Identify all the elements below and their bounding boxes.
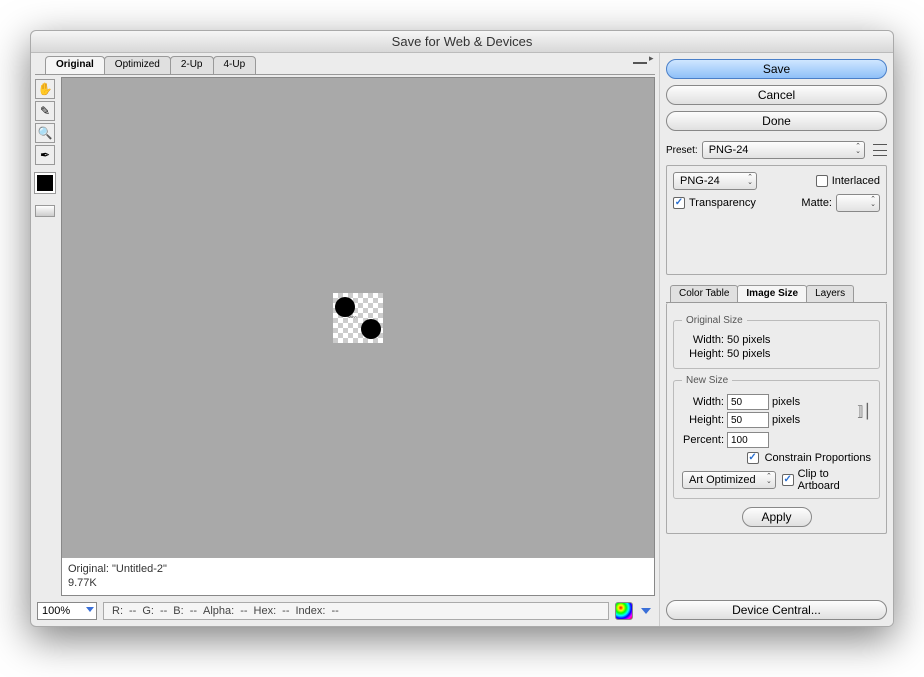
orig-width-value: 50 pixels: [727, 334, 770, 346]
file-size-label: 9.77K: [68, 576, 648, 590]
orig-height-label: Height:: [682, 348, 724, 360]
canvas-wrap: ~~~~ Original: "Untitled-2" 9.77K: [61, 77, 655, 596]
dialog: Save for Web & Devices Original Optimize…: [30, 30, 894, 627]
original-size-legend: Original Size: [682, 315, 747, 326]
foreground-swatch[interactable]: [35, 173, 55, 193]
browser-menu-icon[interactable]: [639, 604, 653, 618]
cancel-button[interactable]: Cancel: [666, 85, 887, 105]
percent-input[interactable]: [727, 432, 769, 448]
new-size-group: New Size Width:pixels Height:pixels ⟧⁠⎮ …: [673, 375, 880, 499]
tab-4up[interactable]: 4-Up: [213, 56, 257, 74]
file-name-label: Original: "Untitled-2": [68, 562, 648, 576]
width-input[interactable]: [727, 394, 769, 410]
percent-label: Percent:: [682, 434, 724, 446]
orig-height-value: 50 pixels: [727, 348, 770, 360]
settings-pane: Save Cancel Done Preset: PNG-24 PNG-24 I…: [659, 53, 893, 626]
preview-row: ✋ ✎ 🔍 ✒ ~~~~: [35, 77, 655, 596]
tab-image-size[interactable]: Image Size: [737, 285, 807, 302]
new-size-legend: New Size: [682, 375, 732, 386]
link-icon[interactable]: ⟧⁠⎮: [857, 403, 871, 420]
toggle-slice-visibility-icon[interactable]: [35, 205, 55, 217]
original-size-group: Original Size Width:50 pixels Height:50 …: [673, 315, 880, 369]
save-button[interactable]: Save: [666, 59, 887, 79]
tab-flyout-icon[interactable]: [633, 62, 647, 74]
statusbar: 100% R:-- G:-- B:-- Alpha:-- Hex:-- Inde…: [35, 600, 655, 622]
zoom-tool-icon[interactable]: 🔍: [35, 123, 55, 143]
titlebar: Save for Web & Devices: [31, 31, 893, 53]
constrain-label: Constrain Proportions: [765, 452, 871, 464]
size-tabs: Color Table Image Size Layers: [666, 285, 887, 303]
tab-original[interactable]: Original: [45, 56, 105, 74]
artboard: ~~~~: [333, 293, 383, 343]
squiggle: ~~~~: [347, 315, 357, 321]
transparency-label: Transparency: [689, 197, 756, 209]
preview-pane: Original Optimized 2-Up 4-Up ✋ ✎ 🔍 ✒: [31, 53, 659, 626]
interlaced-label: Interlaced: [832, 175, 880, 187]
size-panel: Original Size Width:50 pixels Height:50 …: [666, 303, 887, 534]
matte-label: Matte:: [801, 197, 832, 209]
view-tabs: Original Optimized 2-Up 4-Up: [35, 55, 655, 75]
clip-label: Clip to Artboard: [798, 468, 871, 492]
constrain-checkbox[interactable]: [747, 452, 759, 464]
preset-row: Preset: PNG-24: [666, 141, 887, 159]
tab-2up[interactable]: 2-Up: [170, 56, 214, 74]
shape-circle-2: [361, 319, 381, 339]
interlaced-checkbox[interactable]: [816, 175, 828, 187]
apply-button[interactable]: Apply: [742, 507, 812, 527]
hand-tool-icon[interactable]: ✋: [35, 79, 55, 99]
zoom-select[interactable]: 100%: [37, 602, 97, 620]
format-select[interactable]: PNG-24: [673, 172, 757, 190]
width-unit: pixels: [772, 396, 800, 408]
width-label: Width:: [682, 396, 724, 408]
height-unit: pixels: [772, 414, 800, 426]
height-label: Height:: [682, 414, 724, 426]
quality-select[interactable]: Art Optimized: [682, 471, 776, 489]
toolstrip: ✋ ✎ 🔍 ✒: [35, 77, 57, 596]
size-panel-wrap: Color Table Image Size Layers Original S…: [666, 281, 887, 534]
tab-optimized[interactable]: Optimized: [104, 56, 171, 74]
optimize-menu-icon[interactable]: [873, 144, 887, 156]
preset-select[interactable]: PNG-24: [702, 141, 865, 159]
done-button[interactable]: Done: [666, 111, 887, 131]
slice-tool-icon[interactable]: ✎: [35, 101, 55, 121]
canvas-info: Original: "Untitled-2" 9.77K: [62, 557, 654, 595]
tab-layers[interactable]: Layers: [806, 285, 854, 302]
preset-label: Preset:: [666, 145, 698, 156]
tab-color-table[interactable]: Color Table: [670, 285, 738, 302]
matte-select[interactable]: [836, 194, 880, 212]
content: Original Optimized 2-Up 4-Up ✋ ✎ 🔍 ✒: [31, 53, 893, 626]
browser-preview-icon[interactable]: [615, 602, 633, 620]
dialog-title: Save for Web & Devices: [392, 34, 533, 49]
device-central-button[interactable]: Device Central...: [666, 600, 887, 620]
color-readout: R:-- G:-- B:-- Alpha:-- Hex:-- Index:--: [103, 602, 609, 620]
orig-width-label: Width:: [682, 334, 724, 346]
height-input[interactable]: [727, 412, 769, 428]
format-panel: PNG-24 Interlaced Transparency Matte:: [666, 165, 887, 275]
clip-checkbox[interactable]: [782, 474, 794, 486]
transparency-checkbox[interactable]: [673, 197, 685, 209]
shape-circle-1: [335, 297, 355, 317]
canvas[interactable]: ~~~~: [62, 78, 654, 557]
eyedropper-tool-icon[interactable]: ✒: [35, 145, 55, 165]
